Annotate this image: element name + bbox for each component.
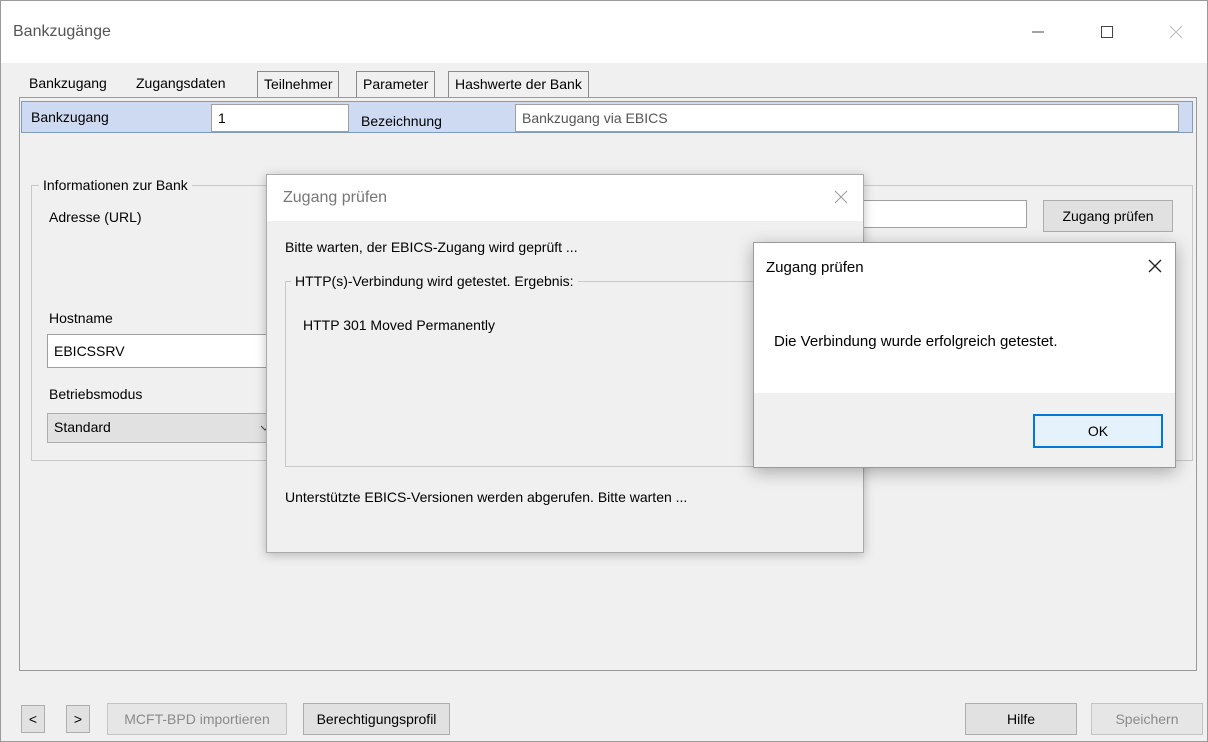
- tab-zugangsdaten[interactable]: Zugangsdaten: [130, 71, 232, 97]
- maximize-button[interactable]: [1092, 19, 1122, 45]
- progress-dialog-titlebar: Zugang prüfen: [267, 175, 863, 221]
- message-dialog-close-button[interactable]: [1146, 257, 1164, 275]
- minimize-button[interactable]: [1023, 19, 1053, 45]
- http-result-text: HTTP 301 Moved Permanently: [303, 317, 495, 333]
- berechtigungsprofil-button[interactable]: Berechtigungsprofil: [303, 703, 450, 735]
- betriebsmodus-value: Standard: [54, 419, 111, 435]
- close-icon: [834, 190, 848, 204]
- tab-bankzugang[interactable]: Bankzugang: [23, 71, 113, 97]
- message-dialog-title: Zugang prüfen: [766, 259, 864, 276]
- message-dialog: Zugang prüfen Die Verbindung wurde erfol…: [753, 242, 1176, 468]
- zugang-pruefen-button[interactable]: Zugang prüfen: [1043, 200, 1173, 232]
- ok-button[interactable]: OK: [1033, 414, 1163, 448]
- progress-dialog-close-button[interactable]: [833, 189, 849, 205]
- hostname-field[interactable]: EBICSSRV: [47, 334, 275, 368]
- betriebsmodus-label: Betriebsmodus: [49, 386, 143, 402]
- bezeichnung-field[interactable]: Bankzugang via EBICS: [515, 104, 1179, 132]
- tab-teilnehmer[interactable]: Teilnehmer: [257, 71, 340, 97]
- bezeichnung-label: Bezeichnung: [361, 113, 442, 129]
- bankzugang-label: Bankzugang: [31, 109, 109, 125]
- speichern-button[interactable]: Speichern: [1091, 703, 1203, 735]
- close-button[interactable]: [1161, 19, 1191, 45]
- minimize-icon: [1032, 31, 1044, 33]
- maximize-icon: [1101, 26, 1113, 38]
- window-title: Bankzugänge: [13, 23, 111, 40]
- progress-footer-text: Unterstützte EBICS-Versionen werden abge…: [285, 489, 688, 505]
- message-dialog-footer: OK: [754, 393, 1175, 467]
- bankzugang-field[interactable]: 1: [211, 104, 349, 132]
- progress-wait-text: Bitte warten, der EBICS-Zugang wird gepr…: [285, 239, 578, 255]
- title-bar: Bankzugänge: [1, 1, 1207, 63]
- close-icon: [1148, 259, 1162, 273]
- hostname-label: Hostname: [49, 310, 113, 326]
- http-test-group-label: HTTP(s)-Verbindung wird getestet. Ergebn…: [291, 273, 578, 289]
- betriebsmodus-select[interactable]: Standard: [47, 413, 275, 443]
- mcft-bpd-import-button[interactable]: MCFT-BPD importieren: [107, 703, 287, 735]
- close-icon: [1169, 25, 1183, 39]
- next-button[interactable]: >: [66, 705, 90, 733]
- hilfe-button[interactable]: Hilfe: [965, 703, 1077, 735]
- tab-hashwerte[interactable]: Hashwerte der Bank: [448, 71, 589, 97]
- progress-dialog-title: Zugang prüfen: [283, 189, 388, 206]
- prev-button[interactable]: <: [21, 705, 45, 733]
- message-text: Die Verbindung wurde erfolgreich geteste…: [774, 333, 1058, 350]
- bank-info-group-label: Informationen zur Bank: [39, 177, 192, 193]
- adresse-label: Adresse (URL): [49, 209, 142, 225]
- tab-parameter[interactable]: Parameter: [356, 71, 436, 97]
